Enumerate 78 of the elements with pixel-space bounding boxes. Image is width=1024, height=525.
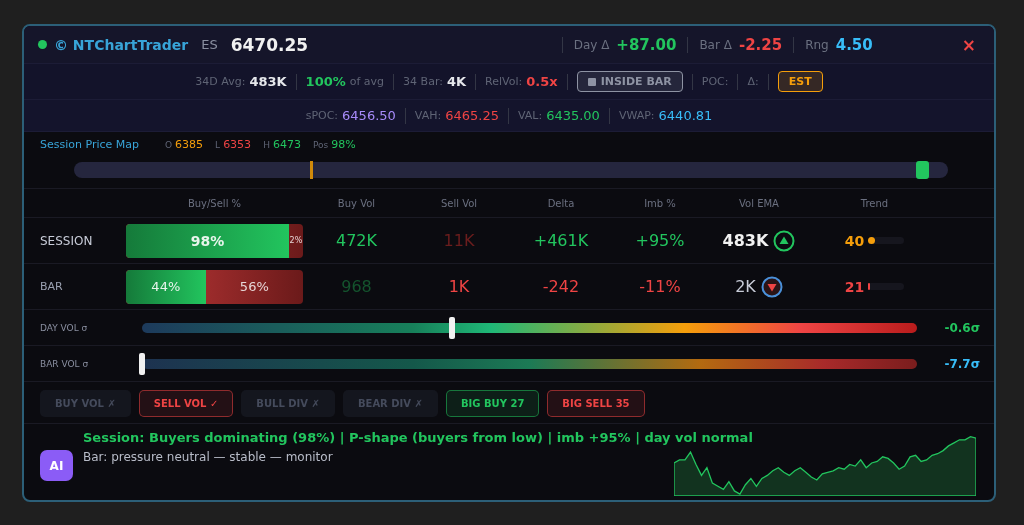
level-label: VAH: — [414, 109, 442, 122]
table-cell: 2K — [735, 277, 756, 296]
signal-tag: BUY VOL ✗ — [40, 390, 131, 417]
meter-label: BAR VOL σ — [40, 358, 90, 369]
stat-label: L — [215, 139, 221, 150]
level-value: 6440.81 — [658, 108, 713, 123]
ai-badge: AI — [40, 450, 73, 481]
stat-label: RelVol: — [485, 75, 523, 88]
column-header: Delta — [546, 197, 576, 209]
table-cell-text: +95% — [634, 231, 686, 250]
stat-value: +87.00 — [616, 35, 677, 54]
signal-tag: BULL DIV ✗ — [241, 390, 335, 417]
buy-share-bar: 98% — [126, 223, 289, 258]
level-value: 6435.00 — [546, 108, 600, 123]
column-header: Buy Vol — [336, 197, 377, 209]
sell-share-value: 56% — [238, 278, 270, 296]
stat-value: 483K — [249, 74, 287, 89]
stat-label: Rng — [805, 37, 829, 52]
stat-label: O — [165, 139, 173, 150]
stat-value: 6473 — [272, 137, 301, 151]
symbol-label: ES — [201, 37, 218, 52]
status-badge: EST — [777, 71, 823, 92]
stat-label: 34 Bar: — [403, 75, 443, 88]
close-button[interactable]: × — [955, 34, 982, 55]
meter-reading: -0.6σ — [943, 320, 980, 335]
column-header: Buy/Sell % — [186, 197, 243, 209]
table-cell-text: -242 — [541, 277, 581, 296]
level-value: 6456.50 — [342, 108, 396, 123]
table-cell-text: 1K — [447, 277, 471, 296]
level-label: VWAP: — [618, 109, 655, 122]
stat-value: 6385 — [175, 137, 204, 151]
level-label: VAL: — [517, 109, 543, 122]
app-title: © NTChartTrader — [54, 36, 189, 53]
stat-label: Pos — [312, 139, 329, 150]
column-header: Imb % — [643, 197, 677, 209]
stat-value: 98% — [331, 137, 356, 151]
table-cell-text: 11K — [442, 231, 476, 250]
status-badge: INSIDE BAR — [576, 71, 683, 92]
trend-value: 40 — [844, 232, 865, 249]
level-value: 6465.25 — [445, 108, 499, 123]
stat-value: 4.50 — [835, 35, 873, 54]
column-header: Vol EMA — [738, 197, 780, 209]
signal-tag: BIG BUY 27 — [445, 390, 540, 417]
section-title: Session Price Map — [40, 137, 139, 151]
stat-label: POC: — [701, 75, 729, 88]
level-label: sPOC: — [305, 109, 339, 122]
sell-share-value: 2% — [288, 235, 303, 247]
stat-label: Δ: — [747, 75, 759, 88]
meter-label: DAY VOL σ — [40, 322, 89, 333]
stat-value: 4K — [446, 74, 467, 89]
stat-label: Bar Δ — [699, 37, 732, 52]
stat-value: 6353 — [223, 137, 252, 151]
stat-label: 34D Avg: — [195, 75, 246, 88]
stat-value: -2.25 — [738, 35, 783, 54]
bar-summary: Bar: pressure neutral — stable — monitor — [83, 450, 334, 464]
column-header: Sell Vol — [439, 197, 479, 209]
row-label: SESSION — [40, 233, 94, 248]
stat-label: Day Δ — [573, 37, 610, 52]
table-cell-text: 968 — [340, 277, 373, 296]
signal-tag: SELL VOL ✓ — [138, 390, 234, 417]
table-cell-text: +461K — [532, 231, 590, 250]
stat-value: 0.5x — [526, 74, 558, 89]
row-label: BAR — [40, 280, 64, 293]
table-cell: 483K — [722, 231, 769, 250]
meter-reading: -7.7σ — [943, 356, 980, 371]
signal-tag: BEAR DIV ✗ — [342, 390, 438, 417]
stat-label: of avg — [349, 75, 385, 88]
table-cell-text: 472K — [335, 231, 378, 250]
column-header: Trend — [859, 197, 890, 209]
signal-tag: BIG SELL 35 — [547, 390, 645, 417]
stat-label: H — [263, 139, 270, 150]
trend-value: 21 — [844, 278, 865, 295]
price-value: 6470.25 — [230, 34, 309, 55]
stat-value: 100% — [305, 74, 346, 89]
table-cell-text: -11% — [638, 277, 682, 296]
session-summary: Session: Buyers dominating (98%) | P-shape (buyers from low) | imb +95% | day vol normal — [83, 430, 754, 445]
square-icon — [587, 77, 596, 86]
buy-share-bar: 44% — [126, 269, 206, 304]
